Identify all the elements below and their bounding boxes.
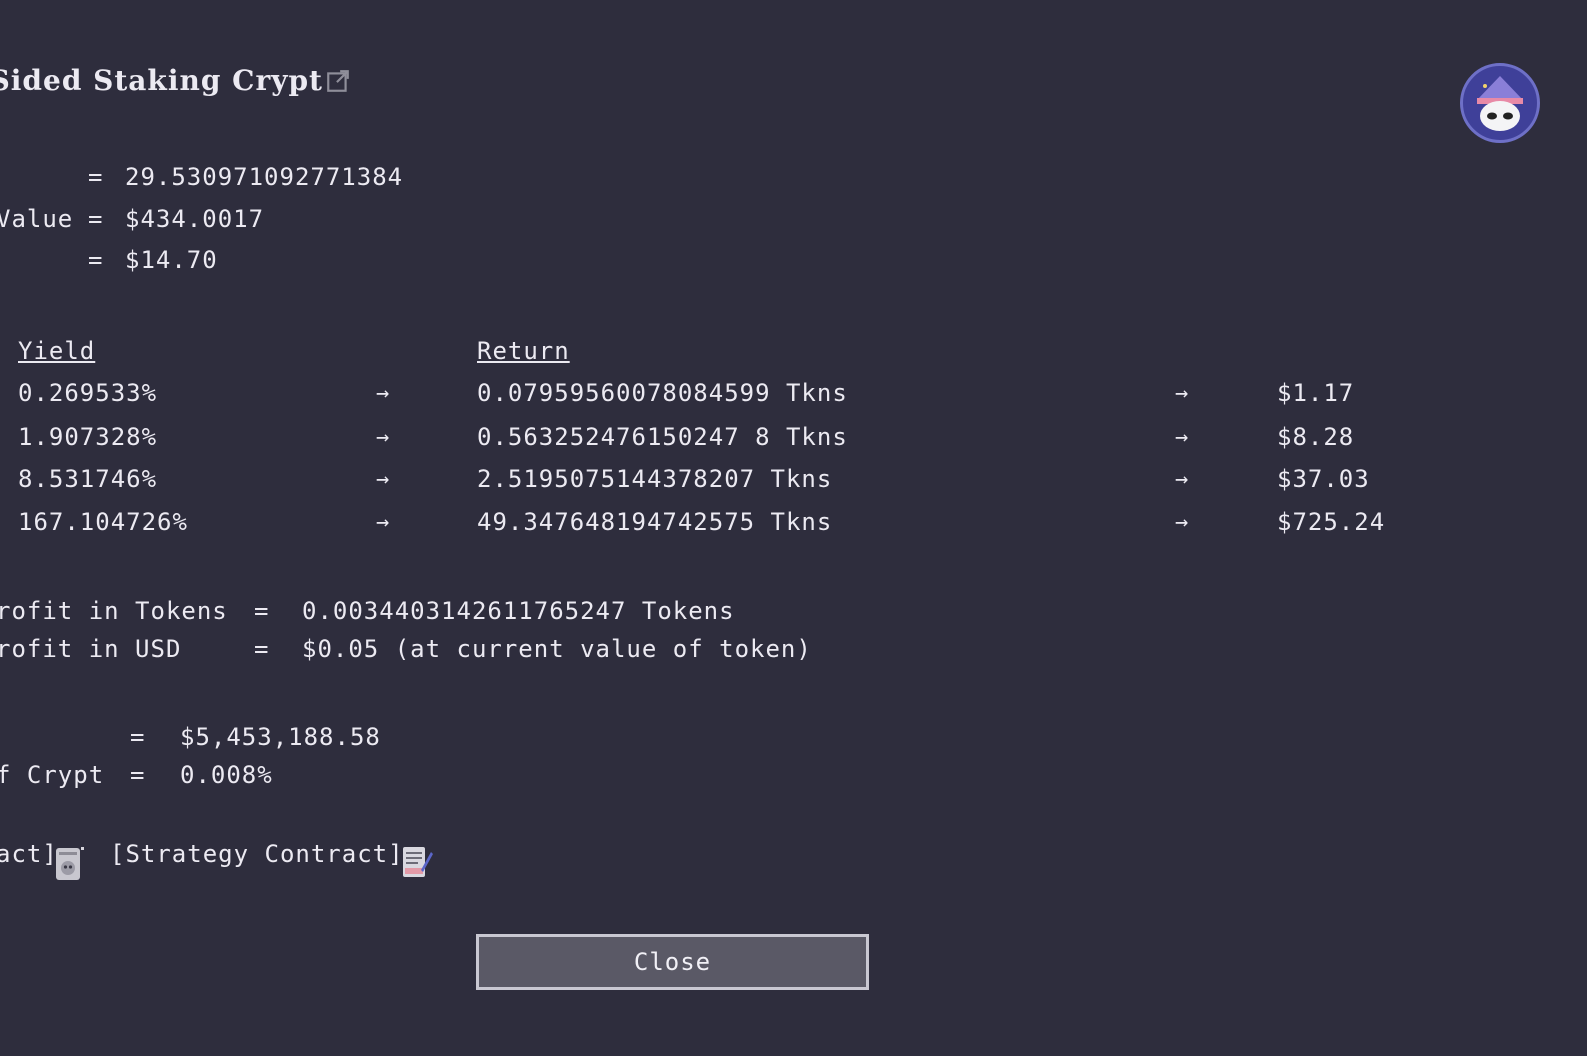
arrow-icon: →	[1175, 510, 1189, 535]
crypt-share-label: f Crypt	[0, 761, 105, 789]
stat-value: 29.530971092771384	[125, 163, 404, 191]
stat-value: $434.0017	[125, 205, 265, 233]
arrow-icon: →	[1175, 381, 1189, 406]
page-title: e Sided Staking Crypt	[0, 64, 351, 97]
profit-tokens-label: rofit in Tokens	[0, 597, 228, 625]
yield-cell: 167.104726%	[18, 508, 188, 536]
profit-equals: =	[254, 597, 269, 625]
strategy-contract-link[interactable]: [Strategy Contract]	[110, 840, 404, 868]
usd-cell: $8.28	[1277, 423, 1355, 451]
arrow-icon: →	[1175, 467, 1189, 492]
stat-value: $14.70	[125, 246, 218, 274]
return-cell: 0.563252476150247 8 Tkns	[477, 423, 848, 451]
usd-cell: $725.24	[1277, 508, 1386, 536]
arrow-icon: →	[376, 510, 390, 535]
yield-cell: 8.531746%	[18, 465, 158, 493]
stat-equals: =	[88, 246, 103, 274]
arrow-icon: →	[1175, 425, 1189, 450]
yield-cell: 1.907328%	[18, 423, 158, 451]
profit-tokens-value: 0.0034403142611765247 Tokens	[302, 597, 735, 625]
contract-scroll-icon[interactable]	[54, 845, 86, 883]
yield-header: Yield	[18, 337, 96, 365]
crypt-share-value: 0.008%	[180, 761, 273, 789]
profit-usd-value: $0.05 (at current value of token)	[302, 635, 812, 663]
arrow-icon: →	[376, 467, 390, 492]
tvl-equals: =	[130, 723, 145, 751]
contract-link[interactable]: act]	[0, 840, 58, 868]
tvl-value: $5,453,188.58	[180, 723, 381, 751]
arrow-icon: →	[376, 425, 390, 450]
stat-equals: =	[88, 163, 103, 191]
arrow-icon: →	[376, 381, 390, 406]
profit-usd-label: rofit in USD	[0, 635, 182, 663]
profit-equals: =	[254, 635, 269, 663]
crypt-share-equals: =	[130, 761, 145, 789]
title-text: e Sided Staking Crypt	[0, 64, 323, 97]
return-header: Return	[477, 337, 570, 365]
return-cell: 49.347648194742575 Tkns	[477, 508, 833, 536]
external-link-icon[interactable]	[325, 68, 351, 94]
close-button[interactable]: Close	[476, 934, 869, 990]
usd-cell: $1.17	[1277, 379, 1355, 407]
wizard-avatar-icon[interactable]	[1460, 63, 1540, 143]
return-cell: 0.07959560078084599 Tkns	[477, 379, 848, 407]
yield-cell: 0.269533%	[18, 379, 158, 407]
stat-label-value: Value	[0, 205, 74, 233]
stat-equals: =	[88, 205, 103, 233]
usd-cell: $37.03	[1277, 465, 1370, 493]
strategy-document-icon[interactable]	[401, 844, 433, 882]
return-cell: 2.5195075144378207 Tkns	[477, 465, 833, 493]
